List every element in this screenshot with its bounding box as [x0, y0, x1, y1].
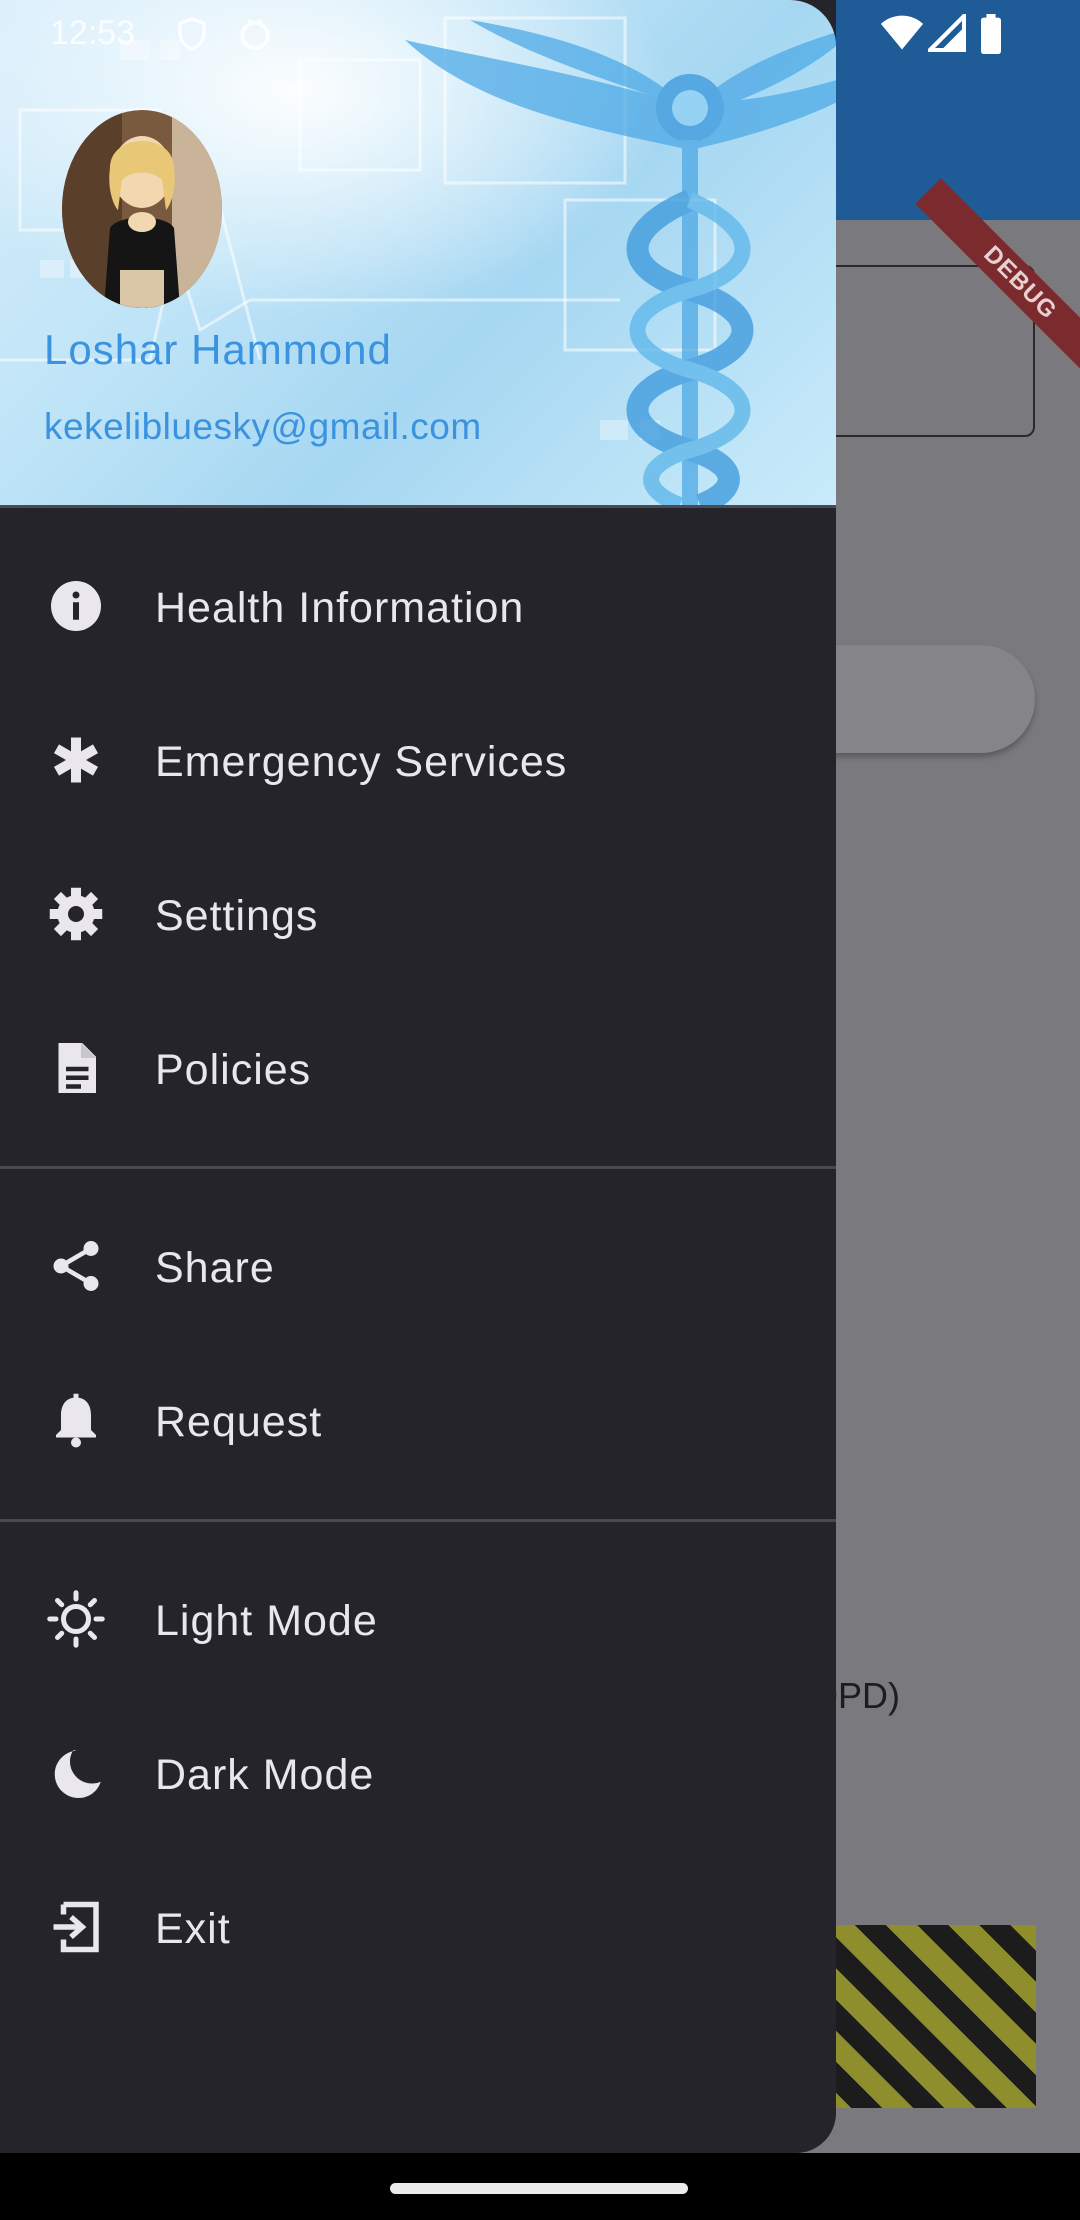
- shield-icon: [174, 14, 210, 59]
- cellular-signal-icon: [924, 10, 967, 57]
- menu-item-settings[interactable]: Settings: [0, 837, 836, 991]
- menu-item-label: Dark Mode: [155, 1751, 375, 1799]
- section-divider: [0, 1519, 836, 1522]
- document-icon: [46, 1038, 106, 1098]
- user-name: Loshar Hammond: [44, 326, 392, 373]
- notification-icon: [236, 14, 274, 59]
- menu-item-exit[interactable]: Exit: [0, 1850, 836, 2004]
- background-hazard-stripes: [820, 1925, 1036, 2108]
- wifi-icon: [880, 14, 924, 57]
- menu-item-label: Settings: [155, 892, 319, 940]
- status-time: 12:53: [50, 14, 136, 52]
- share-icon: [46, 1236, 106, 1296]
- menu-item-request[interactable]: Request: [0, 1343, 836, 1497]
- menu-item-health-information[interactable]: Health Information: [0, 529, 836, 683]
- menu-item-label: Share: [155, 1244, 275, 1292]
- user-email: kekelibluesky@gmail.com: [44, 406, 482, 447]
- header-divider: [0, 505, 836, 508]
- home-gesture-handle[interactable]: [390, 2183, 688, 2194]
- avatar[interactable]: [62, 110, 222, 308]
- menu-item-label: Emergency Services: [155, 738, 568, 786]
- moon-icon: [46, 1743, 106, 1803]
- menu-item-label: Light Mode: [155, 1597, 378, 1645]
- menu-item-dark-mode[interactable]: Dark Mode: [0, 1696, 836, 1850]
- exit-icon: [46, 1897, 106, 1957]
- navigation-drawer: Loshar Hammond kekelibluesky@gmail.com H…: [0, 0, 836, 2153]
- screen: OPD) DEBUG 12:53 Loshar Hammond kekelibl…: [0, 0, 1080, 2220]
- menu-item-label: Health Information: [155, 584, 525, 632]
- battery-icon: [978, 14, 1004, 59]
- asterisk-icon: [46, 730, 106, 790]
- menu-item-emergency-services[interactable]: Emergency Services: [0, 683, 836, 837]
- status-bar: 12:53: [0, 0, 1080, 68]
- section-divider: [0, 1166, 836, 1169]
- menu-item-label: Request: [155, 1398, 323, 1446]
- sun-icon: [46, 1589, 106, 1649]
- gear-icon: [46, 884, 106, 944]
- menu-item-label: Policies: [155, 1046, 312, 1094]
- system-navigation-bar: [0, 2153, 1080, 2220]
- info-icon: [46, 576, 106, 636]
- menu-item-policies[interactable]: Policies: [0, 991, 836, 1145]
- drawer-header: Loshar Hammond kekelibluesky@gmail.com: [0, 0, 836, 505]
- menu-item-share[interactable]: Share: [0, 1189, 836, 1343]
- bell-icon: [46, 1390, 106, 1450]
- menu-item-label: Exit: [155, 1905, 231, 1953]
- menu-item-light-mode[interactable]: Light Mode: [0, 1542, 836, 1696]
